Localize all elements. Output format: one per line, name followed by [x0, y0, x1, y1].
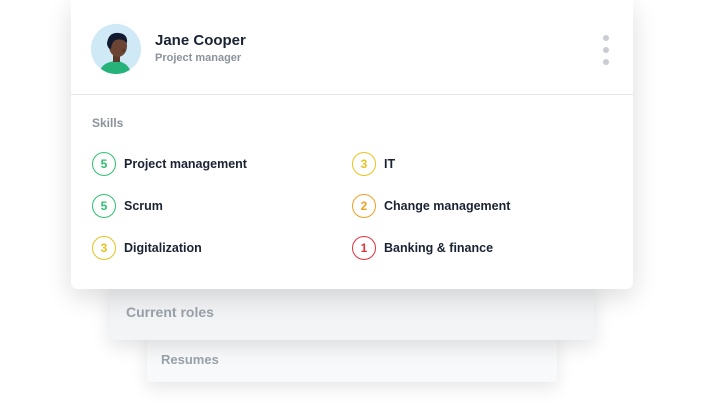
- skill-level-badge: 5: [92, 194, 116, 218]
- skill-item[interactable]: 3 Digitalization: [92, 234, 202, 262]
- skill-level-badge: 2: [352, 194, 376, 218]
- avatar[interactable]: [91, 24, 141, 74]
- resumes-label: Resumes: [161, 352, 219, 367]
- skill-label: Digitalization: [124, 241, 202, 255]
- skills-title: Skills: [92, 116, 124, 130]
- profile-stack: Resumes Current roles Jane Cooper Projec…: [0, 0, 704, 416]
- current-roles-card[interactable]: Current roles: [110, 283, 594, 340]
- skill-item[interactable]: 5 Project management: [92, 150, 247, 178]
- skill-item[interactable]: 2 Change management: [352, 192, 510, 220]
- profile-card: Jane Cooper Project manager Skills 5 Pro…: [71, 0, 633, 289]
- menu-dot: [603, 47, 609, 53]
- profile-header: Jane Cooper Project manager: [71, 0, 633, 95]
- skill-label: Change management: [384, 199, 511, 213]
- profile-name: Jane Cooper: [155, 32, 246, 49]
- menu-dot: [603, 59, 609, 65]
- profile-role: Project manager: [155, 52, 242, 64]
- skill-label: Project management: [124, 157, 247, 171]
- skill-level-badge: 5: [92, 152, 116, 176]
- current-roles-label: Current roles: [126, 304, 214, 320]
- skill-item[interactable]: 3 IT: [352, 150, 395, 178]
- skill-item[interactable]: 1 Banking & finance: [352, 234, 493, 262]
- skill-level-badge: 3: [92, 236, 116, 260]
- skill-label: Scrum: [124, 199, 163, 213]
- skill-label: Banking & finance: [384, 241, 494, 255]
- skill-label: IT: [384, 157, 396, 171]
- person-avatar-icon: [91, 24, 141, 74]
- kebab-menu-icon[interactable]: [599, 35, 613, 65]
- skill-level-badge: 1: [352, 236, 376, 260]
- skill-item[interactable]: 5 Scrum: [92, 192, 163, 220]
- menu-dot: [603, 35, 609, 41]
- skill-level-badge: 3: [352, 152, 376, 176]
